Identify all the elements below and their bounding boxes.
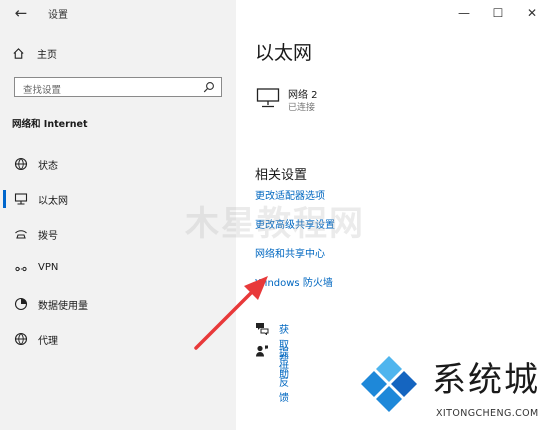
help-chat-icon <box>256 323 269 335</box>
logo-mark-icon <box>361 356 417 412</box>
sidebar-item-home[interactable]: 主页 <box>12 44 57 62</box>
search-icon <box>203 82 214 93</box>
vpn-icon <box>15 266 27 272</box>
app-title: 设置 <box>48 10 68 21</box>
network-sharing-center-link[interactable]: 网络和共享中心 <box>255 245 325 260</box>
sidebar-item-label: 状态 <box>38 161 58 172</box>
selection-indicator <box>3 190 6 208</box>
sidebar-item-proxy[interactable]: 代理 <box>0 324 236 354</box>
give-feedback-label: 提供反馈 <box>279 348 289 404</box>
sidebar-item-label: VPN <box>38 262 59 273</box>
home-label: 主页 <box>37 49 57 61</box>
sidebar-item-data-usage[interactable]: 数据使用量 <box>0 289 236 319</box>
globe-proxy-icon <box>14 332 28 346</box>
page-title: 以太网 <box>255 42 313 64</box>
related-settings-title: 相关设置 <box>255 168 308 183</box>
site-logo: 系统城 XITONGCHENG.COM <box>358 352 548 426</box>
sidebar-item-label: 代理 <box>38 336 58 347</box>
sidebar-item-status[interactable]: 状态 <box>0 149 236 179</box>
search-input[interactable]: 查找设置 <box>14 77 222 97</box>
title-bar: ← 设置 — ☐ ✕ <box>0 0 550 26</box>
ethernet-icon <box>14 193 28 205</box>
arrow-left-icon: ← <box>14 4 28 22</box>
logo-name: 系统城 <box>432 360 540 400</box>
network-name[interactable]: 网络 2 <box>288 86 318 101</box>
data-usage-icon <box>14 297 28 311</box>
sidebar-item-label: 数据使用量 <box>38 301 88 312</box>
section-title: 网络和 Internet <box>12 119 88 130</box>
minimize-button[interactable]: — <box>452 3 476 23</box>
feedback-icon <box>256 345 268 357</box>
back-button[interactable]: ← <box>10 3 32 23</box>
sidebar-item-label: 拨号 <box>38 231 58 242</box>
ethernet-network-icon <box>256 88 280 108</box>
dialup-icon <box>15 230 27 239</box>
search-placeholder: 查找设置 <box>23 85 62 96</box>
sidebar-item-label: 以太网 <box>38 196 68 207</box>
sidebar-item-vpn[interactable]: VPN <box>0 254 236 284</box>
close-button[interactable]: ✕ <box>520 3 544 23</box>
globe-status-icon <box>14 157 28 171</box>
watermark-text: 木星教程网 <box>185 204 365 244</box>
home-icon <box>13 47 24 59</box>
maximize-button[interactable]: ☐ <box>486 3 510 23</box>
windows-firewall-link[interactable]: Windows 防火墙 <box>255 274 333 289</box>
network-status: 已连接 <box>288 103 316 113</box>
logo-url: XITONGCHENG.COM <box>436 408 539 419</box>
